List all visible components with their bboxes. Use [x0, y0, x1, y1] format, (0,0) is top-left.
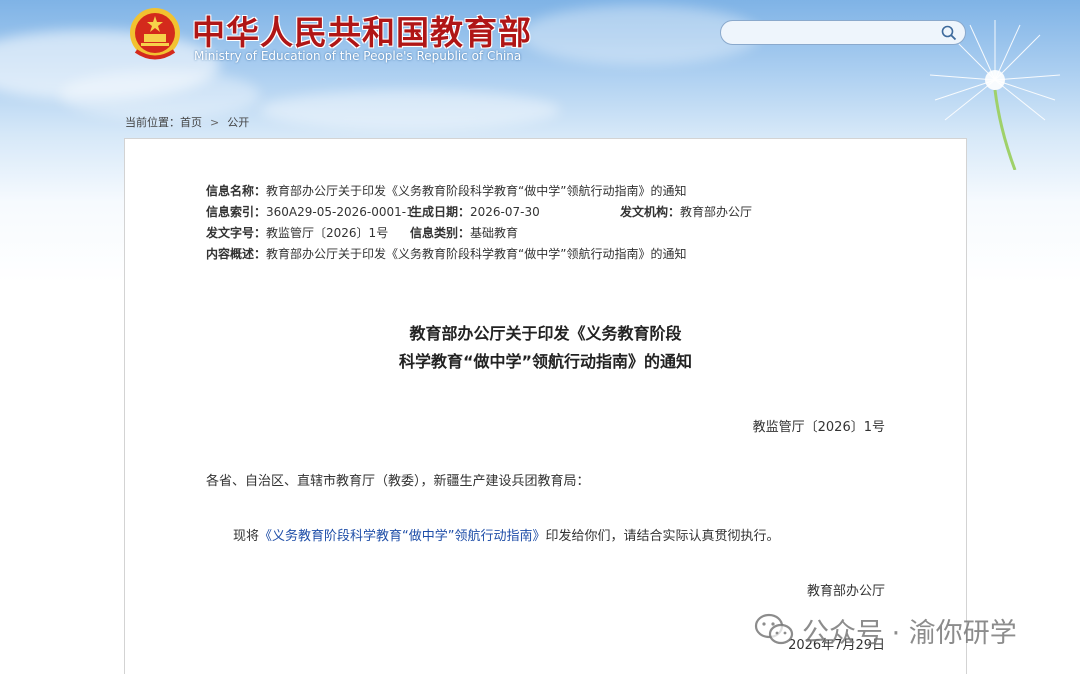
info-summary-label: 内容概述：: [206, 247, 267, 261]
info-row-date: 生成日期：2026-07-30: [410, 203, 540, 220]
info-row-issuer: 发文机构：教育部办公厅: [620, 203, 752, 220]
document-recipients: 各省、自治区、直辖市教育厅（教委），新疆生产建设兵团教育局：: [206, 474, 590, 489]
info-name-value: 教育部办公厅关于印发《义务教育阶段科学教育“做中学”领航行动指南》的通知: [266, 184, 687, 198]
national-emblem-icon: [130, 8, 180, 60]
info-category-value: 基础教育: [470, 226, 519, 240]
document-signature: 教育部办公厅: [806, 584, 885, 599]
info-docno-label: 发文字号：: [206, 226, 267, 240]
info-row-name: 信息名称：教育部办公厅关于印发《义务教育阶段科学教育“做中学”领航行动指南》的通…: [206, 182, 686, 199]
breadcrumb-prefix: 当前位置：: [125, 116, 180, 129]
info-docno-value: 教监管厅〔2026〕1号: [266, 226, 389, 240]
site-title[interactable]: 中华人民共和国教育部: [192, 6, 532, 54]
search-input[interactable]: [720, 20, 966, 45]
site-subtitle: Ministry of Education of the People's Re…: [194, 49, 522, 63]
document-title-line-2: 科学教育“做中学”领航行动指南》的通知: [398, 352, 693, 371]
info-index-value: 360A29-05-2026-0001-1: [266, 205, 414, 219]
info-row-index: 信息索引：360A29-05-2026-0001-1: [206, 203, 414, 220]
wechat-icon: [754, 613, 794, 645]
guideline-attachment-link[interactable]: 《义务教育阶段科学教育“做中学”领航行动指南》: [259, 529, 545, 544]
search-icon[interactable]: [941, 25, 957, 41]
info-issuer-label: 发文机构：: [620, 205, 681, 219]
info-row-category: 信息类别：基础教育: [410, 224, 518, 241]
watermark-text: 公众号 · 渝你研学: [802, 617, 1017, 649]
info-category-label: 信息类别：: [410, 226, 471, 240]
document-body-prefix: 现将: [233, 529, 260, 544]
info-row-docno: 发文字号：教监管厅〔2026〕1号: [206, 224, 388, 241]
breadcrumb-current-link[interactable]: 公开: [227, 116, 249, 129]
document-title-line-1: 教育部办公厅关于印发《义务教育阶段: [409, 324, 682, 343]
breadcrumb-home-link[interactable]: 首页: [180, 116, 202, 129]
breadcrumb: 当前位置：首页 > 公开: [125, 114, 249, 130]
chevron-right-icon: >: [210, 116, 220, 129]
info-row-summary: 内容概述：教育部办公厅关于印发《义务教育阶段科学教育“做中学”领航行动指南》的通…: [206, 245, 686, 262]
wechat-watermark: 公众号 · 渝你研学: [754, 610, 1017, 650]
info-date-value: 2026-07-30: [470, 205, 540, 219]
info-summary-value: 教育部办公厅关于印发《义务教育阶段科学教育“做中学”领航行动指南》的通知: [266, 247, 687, 261]
info-date-label: 生成日期：: [410, 205, 471, 219]
document-number: 教监管厅〔2026〕1号: [752, 420, 885, 435]
info-issuer-value: 教育部办公厅: [680, 205, 753, 219]
document-body: 现将《义务教育阶段科学教育“做中学”领航行动指南》印发给你们，请结合实际认真贯彻…: [233, 525, 780, 544]
document-body-suffix: 印发给你们，请结合实际认真贯彻执行。: [545, 529, 780, 544]
info-index-label: 信息索引：: [206, 205, 267, 219]
info-name-label: 信息名称：: [206, 184, 267, 198]
site-header: 中华人民共和国教育部 Ministry of Education of the …: [0, 0, 1080, 110]
